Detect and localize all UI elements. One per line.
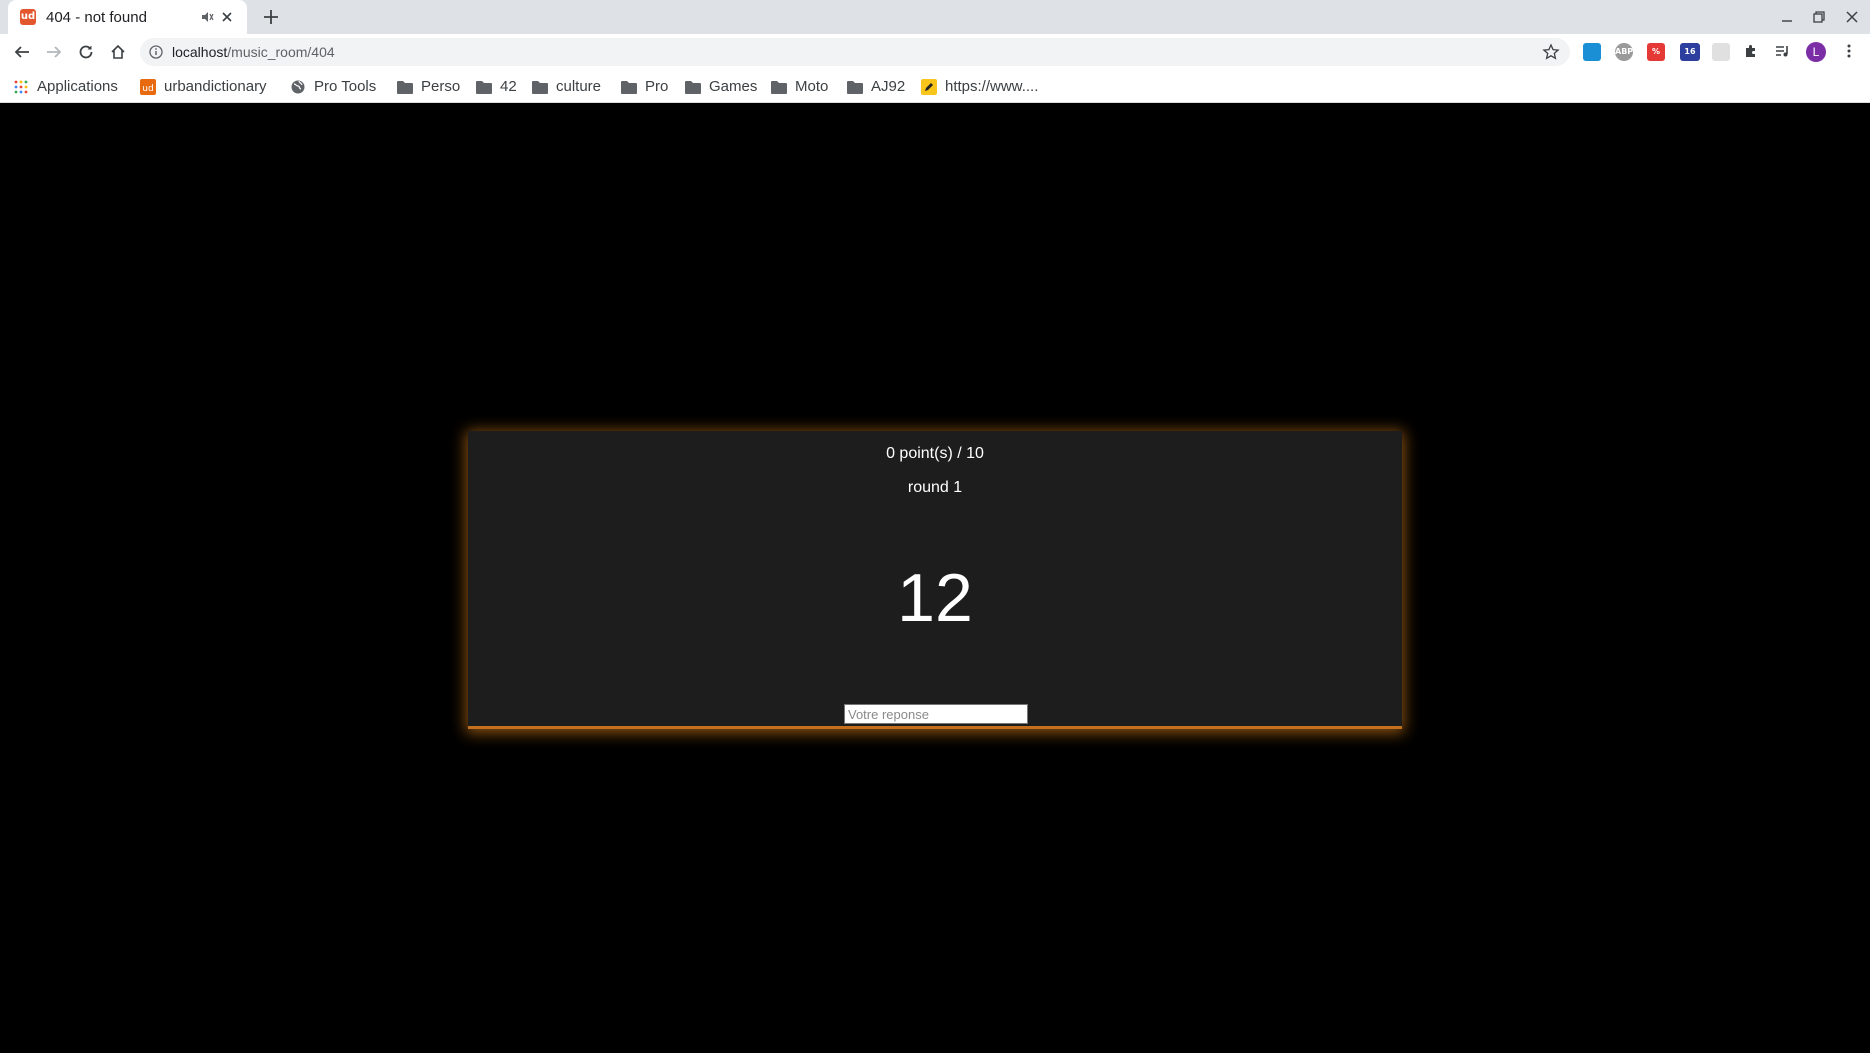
folder-icon [532, 79, 548, 95]
folder-icon [397, 79, 413, 95]
folder-icon [621, 79, 637, 95]
bookmark-folder-pro[interactable]: Pro [621, 70, 668, 103]
svg-text:ud: ud [142, 84, 153, 94]
extension-blank-icon[interactable] [1712, 43, 1730, 61]
answer-input[interactable] [844, 704, 1028, 724]
bookmark-pro-tools[interactable]: Pro Tools [290, 70, 376, 103]
folder-icon [847, 79, 863, 95]
restore-icon[interactable] [1803, 4, 1835, 30]
bookmark-label: urbandictionary [164, 78, 267, 95]
url-path: /music_room/404 [227, 44, 335, 60]
extension-graduation-icon[interactable]: 16 [1680, 43, 1700, 61]
round-text: round 1 [907, 479, 963, 496]
bookmark-https-www[interactable]: https://www.... [921, 70, 1038, 103]
game-card: 0 point(s) / 10 round 1 12 [468, 431, 1402, 729]
bookmark-label: https://www.... [945, 78, 1039, 95]
bookmark-label: Applications [37, 78, 118, 95]
bookmark-applications[interactable]: Applications [13, 70, 118, 103]
forward-arrow-icon[interactable] [40, 38, 68, 66]
bookmark-label: Moto [795, 78, 829, 95]
site-info-icon[interactable] [148, 44, 164, 60]
folder-icon [771, 79, 787, 95]
close-window-icon[interactable] [1836, 4, 1868, 30]
bookmark-folder-42[interactable]: 42 [476, 70, 517, 103]
url-host: localhost [172, 44, 228, 60]
bookmark-folder-games[interactable]: Games [685, 70, 757, 103]
apps-grid-icon [13, 79, 29, 95]
folder-icon [685, 79, 701, 95]
urbandictionary-icon: ud [140, 78, 156, 95]
url-text: localhost/music_room/404 [172, 44, 335, 60]
bookmark-label: Pro Tools [314, 78, 377, 95]
extension-badge: 16 [1684, 47, 1696, 56]
bookmark-label: culture [556, 78, 602, 95]
close-tab-icon[interactable] [217, 7, 237, 27]
pencil-icon [921, 78, 937, 95]
tab-strip: ud 404 - not found [0, 0, 1870, 34]
bookmark-label: Games [709, 78, 758, 95]
back-arrow-icon[interactable] [8, 38, 36, 66]
browser-tab[interactable]: ud 404 - not found [8, 0, 247, 34]
extension-percent-icon[interactable]: % [1647, 43, 1665, 61]
bookmark-urbandictionary[interactable]: ud urbandictionary [140, 70, 267, 103]
reload-icon[interactable] [72, 38, 100, 66]
media-control-icon[interactable] [1774, 43, 1792, 61]
bookmark-label: AJ92 [871, 78, 906, 95]
tab-title: 404 - not found [46, 8, 147, 26]
extension-adblock-icon[interactable]: ABP [1615, 43, 1633, 61]
minimize-icon[interactable] [1771, 4, 1803, 30]
bookmark-label: Pro [645, 78, 669, 95]
menu-kebab-icon[interactable] [1840, 43, 1858, 61]
bookmark-folder-perso[interactable]: Perso [397, 70, 460, 103]
bookmark-folder-aj92[interactable]: AJ92 [847, 70, 905, 103]
bookmark-folder-moto[interactable]: Moto [771, 70, 828, 103]
favicon-icon: ud [20, 9, 36, 25]
profile-avatar[interactable]: L [1806, 42, 1826, 62]
address-bar[interactable]: localhost/music_room/404 [140, 38, 1570, 66]
bookmark-label: 42 [500, 78, 517, 95]
home-icon[interactable] [104, 38, 132, 66]
folder-icon [476, 79, 492, 95]
speaker-icon[interactable] [197, 7, 217, 27]
extensions-puzzle-icon[interactable] [1742, 43, 1760, 61]
bookmarks-bar: Applications ud urbandictionary Pro Tool… [0, 70, 1870, 103]
score-text: 0 point(s) / 10 [886, 445, 984, 462]
globe-icon [290, 79, 306, 95]
extension-calendar-icon[interactable] [1583, 43, 1601, 61]
bookmark-star-icon[interactable] [1542, 43, 1560, 61]
browser-toolbar: localhost/music_room/404 ABP % 16 L [0, 34, 1870, 70]
bookmark-folder-culture[interactable]: culture [532, 70, 601, 103]
bookmark-label: Perso [421, 78, 461, 95]
countdown-timer: 12 [897, 560, 973, 636]
new-tab-icon[interactable] [258, 4, 284, 30]
